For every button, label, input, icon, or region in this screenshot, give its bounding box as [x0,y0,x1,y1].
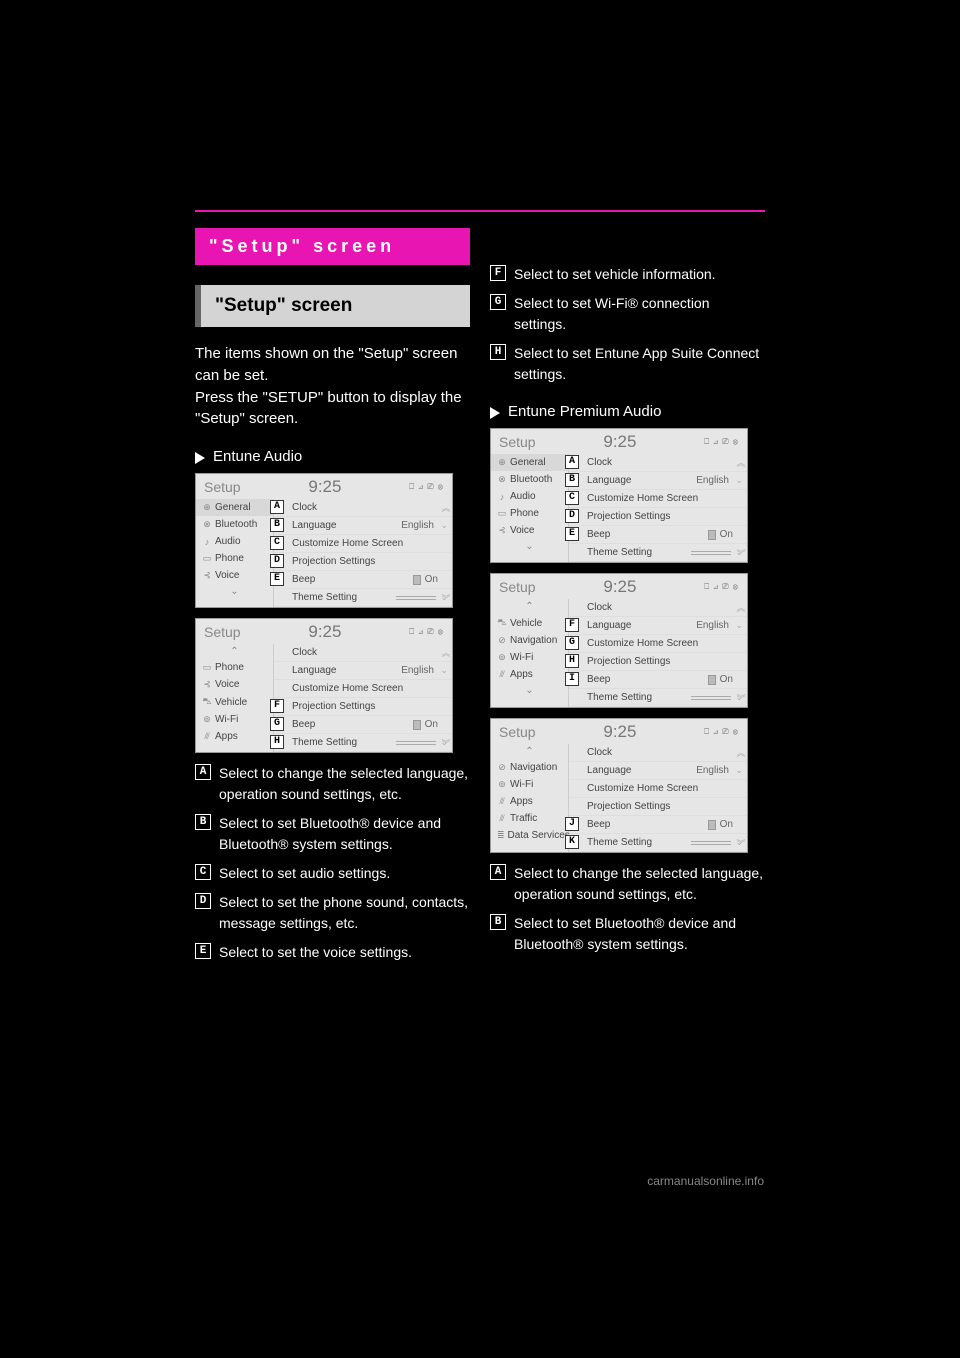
desc-text: Select to set Entune App Suite Connect s… [514,343,765,385]
section-sub-header: "Setup" screen [195,285,470,327]
desc-text: Select to set vehicle information. [514,264,716,285]
letter-F: F [490,265,506,281]
letter-B: B [490,914,506,930]
shot-clock: 9:25 [308,622,341,642]
subtype-label: Entune Premium Audio [508,403,661,420]
desc-text: Select to change the selected language, … [514,863,765,905]
screenshot-left-1: Setup 9:25 ⎕ ⊿ ⎚ ⊗ ⊕General ⊗Bluetooth ♪… [195,473,453,608]
right-column: F Select to set vehicle information. G Sel… [490,228,765,971]
screenshot-right-2: Setup 9:25 ⎕ ⊿ ⎚ ⊗ ⌃ ⛍Vehicle ⊘Navigatio… [490,573,748,708]
desc-text: Select to set Bluetooth® device and Blue… [514,913,765,955]
letter-H: H [490,344,506,360]
subtype-label: Entune Audio [213,448,302,465]
desc-text: Select to set Wi-Fi® connection settings… [514,293,765,335]
letter-D: D [195,893,211,909]
desc-list-left: A Select to change the selected language,… [195,763,470,963]
shot-sidebar: ⊕General ⊗Bluetooth ♪Audio ▭Phone ⊰Voice… [196,499,274,607]
shot-status-icons: ⎕ ⊿ ⎚ ⊗ [409,482,444,492]
desc-text: Select to set the voice settings. [219,942,412,963]
letter-A: A [490,864,506,880]
shot-main: AClock BLanguageEnglish⌄ CCustomize Home… [274,499,452,607]
page-columns: "Setup" screen "Setup" screen The items … [0,0,960,971]
desc-text: Select to set audio settings. [219,863,390,884]
screenshot-right-1: Setup 9:25 ⎕ ⊿ ⎚ ⊗ ⊕General ⊗Bluetooth ♪… [490,428,748,563]
shot-title: Setup [204,624,241,640]
screenshot-right-3: Setup 9:25 ⎕ ⊿ ⎚ ⊗ ⌃ ⊘Navigation ⊚Wi-Fi … [490,718,748,853]
subtype-entune-premium: Entune Premium Audio [490,403,765,420]
left-column: "Setup" screen "Setup" screen The items … [195,228,470,971]
screenshot-left-2: Setup 9:25 ⎕ ⊿ ⎚ ⊗ ⌃ ▭Phone ⊰Voice ⛍Vehi… [195,618,453,753]
desc-text: Select to set Bluetooth® device and Blue… [219,813,470,855]
shot-title: Setup [204,479,241,495]
triangle-icon [490,407,500,419]
desc-list-right-bottom: A Select to change the selected language,… [490,863,765,955]
page-accent-rule [195,210,765,212]
triangle-icon [195,452,205,464]
letter-E: E [195,943,211,959]
letter-B: B [195,814,211,830]
subtype-entune-audio: Entune Audio [195,448,470,465]
desc-text: Select to set the phone sound, contacts,… [219,892,470,934]
footer-watermark: carmanualsonline.info [647,1174,764,1188]
section-intro: The items shown on the "Setup" screen ca… [195,343,470,430]
letter-G: G [490,294,506,310]
section-title-bar: "Setup" screen [195,228,470,265]
letter-C: C [195,864,211,880]
shot-status-icons: ⎕ ⊿ ⎚ ⊗ [409,627,444,637]
shot-main: Clock LanguageEnglish⌄ Customize Home Sc… [274,644,452,752]
desc-list-right-top: F Select to set vehicle information. G Sel… [490,264,765,385]
desc-text: Select to change the selected language, … [219,763,470,805]
shot-clock: 9:25 [308,477,341,497]
letter-A: A [195,764,211,780]
shot-sidebar: ⌃ ▭Phone ⊰Voice ⛍Vehicle ⊚Wi-Fi ⫻Apps [196,644,274,752]
